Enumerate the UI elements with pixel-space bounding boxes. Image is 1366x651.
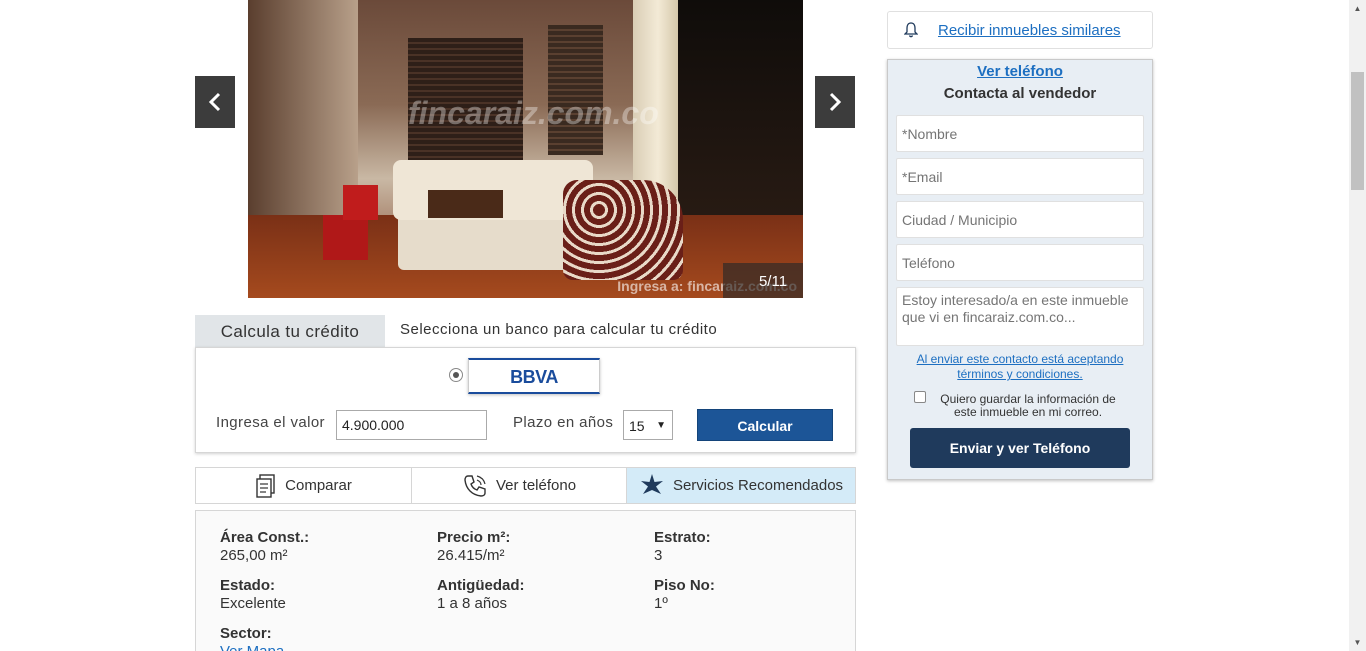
contact-title: Contacta al vendedor xyxy=(943,85,1097,102)
sector-map-link[interactable]: Ver Mapa xyxy=(220,643,284,651)
gallery-next-button[interactable] xyxy=(815,76,855,128)
bbva-logo[interactable]: BBVA xyxy=(468,358,600,394)
page-scrollbar[interactable]: ▲ ▼ xyxy=(1349,0,1366,651)
recommended-services-label: Servicios Recomendados xyxy=(672,477,844,494)
save-info-checkbox[interactable] xyxy=(914,391,926,403)
similar-alert-link[interactable]: Recibir inmuebles similares xyxy=(938,22,1121,39)
detail-price-value: 26.415/m² xyxy=(437,547,505,564)
save-info-label: Quiero guardar la información de este in… xyxy=(940,392,1116,419)
detail-antiguedad-value: 1 a 8 años xyxy=(437,595,508,612)
plazo-value: 15 xyxy=(629,418,645,434)
detail-estado-value: Excelente xyxy=(220,595,286,612)
credit-hint: Selecciona un banco para calcular tu cré… xyxy=(400,321,718,338)
star-burst-icon xyxy=(640,473,663,494)
calculate-button[interactable]: Calcular xyxy=(697,409,833,441)
property-photo[interactable]: fincaraiz.com.co Ingresa a: fincaraiz.co… xyxy=(248,0,803,298)
compare-icon xyxy=(256,473,275,498)
view-phone-button[interactable]: Ver teléfono xyxy=(412,468,627,503)
message-field[interactable] xyxy=(896,287,1144,346)
email-field[interactable] xyxy=(896,158,1144,195)
city-field[interactable] xyxy=(896,201,1144,238)
chevron-left-icon xyxy=(208,92,221,112)
action-bar: Comparar Ver teléfono Servicios Recomend… xyxy=(195,467,856,504)
detail-sector-key: Sector: xyxy=(220,625,272,642)
contact-form: Ver teléfono Contacta al vendedor Al env… xyxy=(887,59,1153,480)
detail-piso-value: 1º xyxy=(654,595,668,612)
detail-estrato-value: 3 xyxy=(654,547,663,564)
plazo-select[interactable]: 15 ▼ xyxy=(623,410,673,440)
compare-button[interactable]: Comparar xyxy=(196,468,412,503)
detail-price-key: Precio m²: xyxy=(437,529,511,546)
compare-label: Comparar xyxy=(285,477,352,494)
page: fincaraiz.com.co Ingresa a: fincaraiz.co… xyxy=(0,0,1366,651)
bell-icon xyxy=(904,22,918,38)
valor-input[interactable] xyxy=(336,410,487,440)
name-field[interactable] xyxy=(896,115,1144,152)
scroll-up-icon[interactable]: ▲ xyxy=(1349,0,1366,17)
photo-counter: 5/11 xyxy=(723,263,803,298)
photo-armchair xyxy=(563,180,683,280)
recommended-services-button[interactable]: Servicios Recomendados xyxy=(627,468,855,503)
phone-field[interactable] xyxy=(896,244,1144,281)
terms-link[interactable]: Al enviar este contacto está aceptando t… xyxy=(888,352,1152,382)
scroll-down-icon[interactable]: ▼ xyxy=(1349,634,1366,651)
detail-price: Precio m²: 26.415/m² xyxy=(437,529,510,565)
detail-sector: Sector: Ver Mapa xyxy=(220,625,284,651)
similar-alert-box[interactable]: Recibir inmuebles similares xyxy=(887,11,1153,49)
send-button[interactable]: Enviar y ver Teléfono xyxy=(910,428,1130,468)
photo-ottoman xyxy=(323,215,368,260)
detail-area-key: Área Const.: xyxy=(220,529,310,546)
gallery-prev-button[interactable] xyxy=(195,76,235,128)
photo-table xyxy=(428,190,503,218)
photo-watermark: fincaraiz.com.co xyxy=(408,95,659,131)
triangle-down-icon: ▼ xyxy=(656,420,666,431)
view-phone-label: Ver teléfono xyxy=(495,477,577,494)
detail-area: Área Const.: 265,00 m² xyxy=(220,529,309,565)
chevron-right-icon xyxy=(829,92,842,112)
photo-ottoman xyxy=(343,185,378,220)
detail-area-value: 265,00 m² xyxy=(220,547,288,564)
property-details: Área Const.: 265,00 m² Precio m²: 26.415… xyxy=(195,510,856,651)
scroll-thumb[interactable] xyxy=(1351,72,1364,190)
view-phone-link[interactable]: Ver teléfono xyxy=(888,63,1152,80)
credit-tab[interactable]: Calcula tu crédito xyxy=(195,315,385,348)
phone-icon xyxy=(464,474,486,497)
detail-antiguedad-key: Antigüedad: xyxy=(437,577,525,594)
detail-estrato: Estrato: 3 xyxy=(654,529,711,565)
detail-piso-key: Piso No: xyxy=(654,577,715,594)
detail-estado: Estado: Excelente xyxy=(220,577,286,613)
photo-blind xyxy=(548,25,603,155)
valor-label: Ingresa el valor xyxy=(216,414,325,431)
detail-estado-key: Estado: xyxy=(220,577,276,594)
detail-estrato-key: Estrato: xyxy=(654,529,711,546)
detail-piso: Piso No: 1º xyxy=(654,577,715,613)
detail-antiguedad: Antigüedad: 1 a 8 años xyxy=(437,577,525,613)
photo-window xyxy=(678,0,803,240)
plazo-label: Plazo en años xyxy=(513,414,614,431)
bank-radio[interactable] xyxy=(449,368,463,382)
